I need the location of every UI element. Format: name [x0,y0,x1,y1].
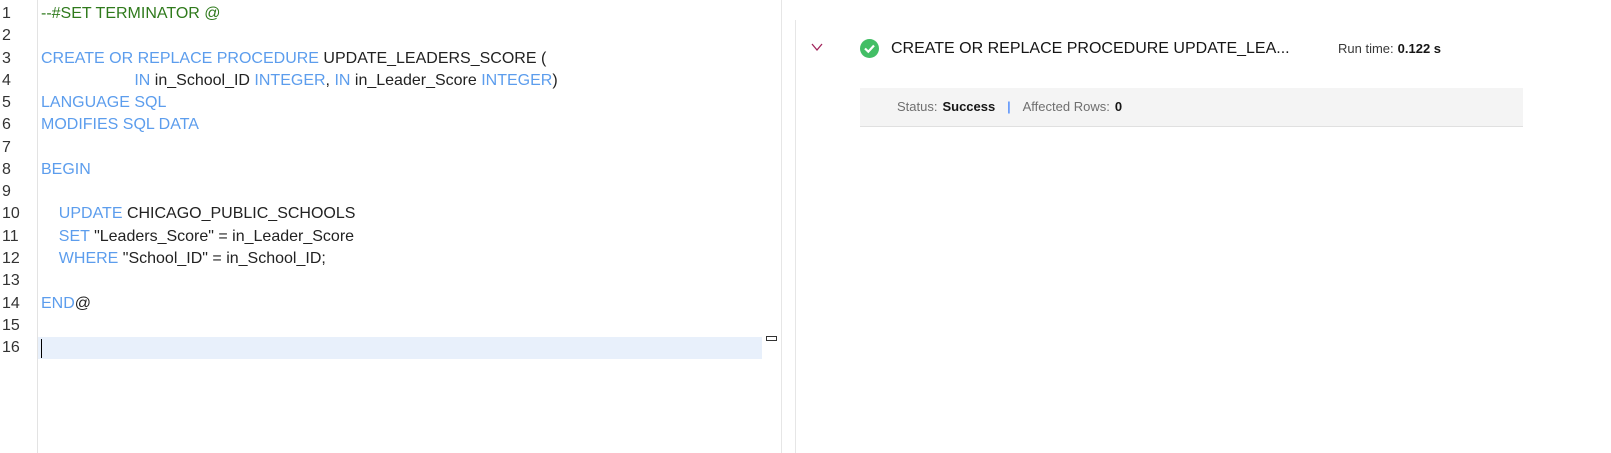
line-number: 15 [2,316,20,334]
line-number: 11 [2,227,19,245]
sql-keyword: UPDATE [41,205,127,223]
panel-divider[interactable] [795,20,796,453]
status-label: Status: [897,99,938,114]
line-number: 4 [2,71,11,89]
line-number: 13 [2,272,20,290]
minimize-button[interactable] [766,336,777,341]
code-line[interactable]: SET "Leaders_Score" = in_Leader_Score [41,226,354,248]
sql-identifier: ) [552,71,558,89]
line-number: 12 [2,249,20,267]
sql-keyword: IN [334,71,355,89]
status-value: Success [942,99,996,114]
affected-rows-label: Affected Rows: [1022,99,1110,114]
sql-comment: --#SET TERMINATOR @ [41,5,221,22]
sql-keyword: IN [41,71,155,89]
sql-keyword: CREATE OR REPLACE PROCEDURE [41,49,324,67]
sql-keyword: BEGIN [41,160,91,178]
line-number: 5 [2,94,11,112]
code-line[interactable]: IN in_School_ID INTEGER, IN in_Leader_Sc… [41,70,558,92]
line-number: 8 [2,160,11,178]
sql-keyword: INTEGER [254,71,326,89]
sql-identifier: UPDATE_LEADERS_SCORE ( [323,49,547,67]
code-line[interactable]: LANGUAGE SQL [41,92,166,114]
separator: | [1007,99,1011,114]
success-check-icon [860,39,879,58]
current-line-highlight [38,337,762,359]
line-number: 10 [2,205,20,223]
line-number: 16 [2,339,20,357]
run-time-value: 0.122 s [1397,41,1442,56]
sql-keyword: SET [41,227,95,245]
line-number: 3 [2,49,11,67]
sql-identifier: "Leaders_Score" = in_Leader_Score [94,227,355,245]
line-number: 1 [2,5,11,22]
code-line[interactable]: BEGIN [41,159,91,181]
text-caret [41,339,42,358]
sql-identifier: CHICAGO_PUBLIC_SCHOOLS [126,205,356,223]
code-line[interactable]: MODIFIES SQL DATA [41,114,199,136]
code-line[interactable]: --#SET TERMINATOR @ [41,3,221,25]
line-number-gutter: 1 2 3 4 5 6 7 8 9 10 11 12 13 14 15 16 [0,0,38,453]
run-time-label: Run time: [1338,41,1394,56]
run-time: Run time: 0.122 s [1338,41,1441,56]
sql-editor[interactable]: 1 2 3 4 5 6 7 8 9 10 11 12 13 14 15 16 --#SET TERMINATO… [0,0,782,453]
line-number: 14 [2,294,20,312]
affected-rows-value: 0 [1114,99,1123,114]
sql-identifier: @ [74,294,92,312]
sql-keyword: MODIFIES SQL DATA [41,116,199,134]
line-number: 2 [2,27,11,45]
code-line[interactable]: UPDATE CHICAGO_PUBLIC_SCHOOLS [41,203,356,225]
line-number: 6 [2,116,11,134]
sql-identifier: in_School_ID [154,71,255,89]
sql-keyword: END [41,294,75,312]
status-bar: Status: Success | Affected Rows: 0 [860,88,1523,127]
code-line[interactable]: END@ [41,293,91,315]
sql-keyword: WHERE [41,249,123,267]
line-number: 7 [2,138,11,156]
sql-identifier: "School_ID" = in_School_ID; [122,249,326,267]
code-line[interactable]: WHERE "School_ID" = in_School_ID; [41,248,326,270]
sql-identifier: in_Leader_Score [354,71,482,89]
sql-keyword: LANGUAGE SQL [41,94,167,112]
sql-keyword: INTEGER [481,71,553,89]
query-title[interactable]: CREATE OR REPLACE PROCEDURE UPDATE_LEA..… [891,39,1290,59]
line-number: 9 [2,183,11,201]
code-line[interactable]: CREATE OR REPLACE PROCEDURE UPDATE_LEADE… [41,48,546,70]
chevron-down-icon[interactable] [810,40,824,54]
